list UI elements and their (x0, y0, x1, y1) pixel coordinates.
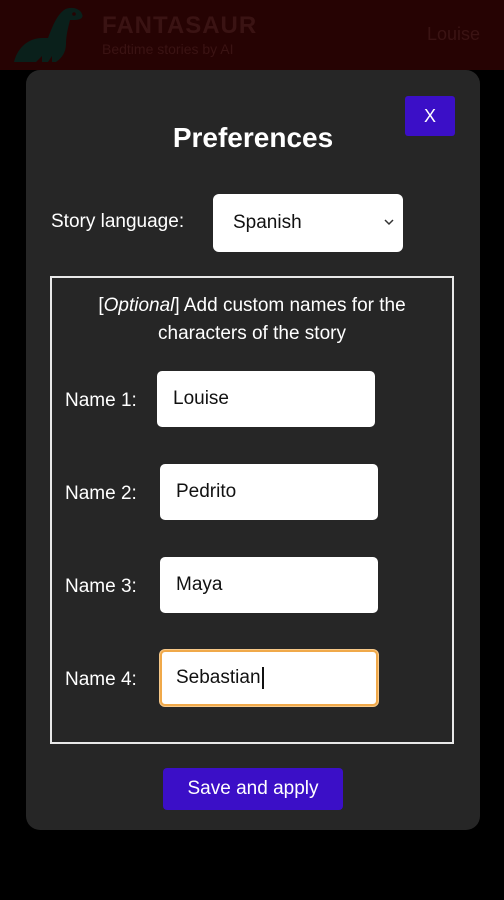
preferences-modal: X Preferences Story language: Spanish [O… (26, 70, 480, 830)
name-4-value: Sebastian (176, 667, 261, 689)
name-4-input[interactable]: Sebastian (160, 650, 378, 706)
story-language-label: Story language: (51, 211, 185, 232)
optional-tag: Optional (103, 295, 175, 316)
names-desc-line2: characters of the story (158, 323, 346, 344)
modal-title: Preferences (172, 122, 334, 153)
story-language-select[interactable]: Spanish (213, 194, 403, 252)
save-and-apply-button[interactable]: Save and apply (163, 768, 343, 810)
custom-names-description: [Optional] Add custom names for the char… (98, 295, 406, 344)
story-language-value: Spanish (233, 212, 302, 233)
name-1-input[interactable]: Louise (157, 371, 375, 427)
name-2-label: Name 2: (65, 483, 137, 504)
name-3-input[interactable]: Maya (160, 557, 378, 613)
chevron-down-icon (384, 219, 394, 226)
name-4-label: Name 4: (65, 669, 137, 690)
name-3-value: Maya (176, 574, 223, 595)
custom-names-section: [Optional] Add custom names for the char… (50, 276, 454, 744)
name-1-label: Name 1: (65, 390, 137, 411)
name-2-value: Pedrito (176, 481, 237, 502)
names-desc-line1: ] Add custom names for the (174, 295, 406, 316)
text-caret (261, 667, 264, 689)
name-4-value-wrap: Sebastian (176, 667, 264, 689)
name-2-input[interactable]: Pedrito (160, 464, 378, 520)
name-3-label: Name 3: (65, 576, 137, 597)
name-1-value: Louise (173, 388, 229, 409)
